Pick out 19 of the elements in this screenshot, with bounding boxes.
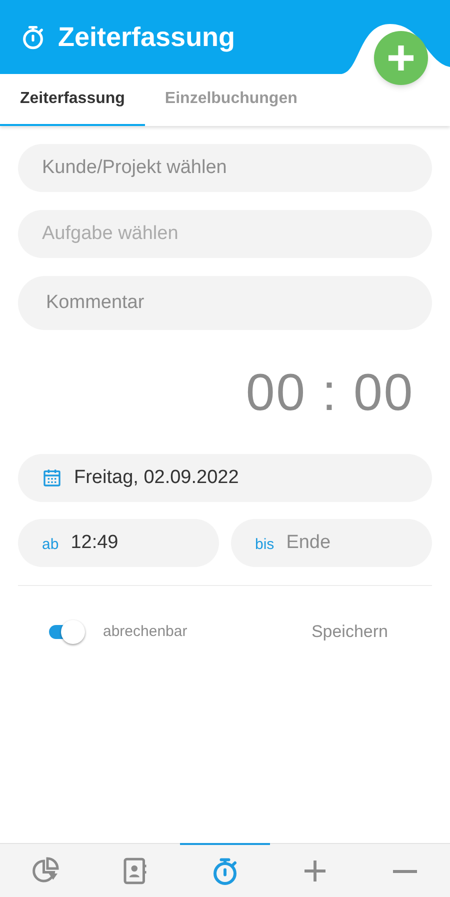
start-label: ab	[42, 534, 59, 555]
start-time: 12:49	[70, 530, 118, 555]
app-title: Zeiterfassung	[58, 20, 236, 54]
billable-toggle[interactable]	[48, 619, 86, 645]
billable-label: abrechenbar	[103, 622, 188, 642]
date-value: Freitag, 02.09.2022	[74, 466, 239, 490]
timer-display: 00 : 00	[246, 363, 414, 424]
plus-icon	[386, 43, 416, 73]
input-field[interactable]: Kunde/Projekt wählen	[18, 144, 432, 192]
add-button[interactable]	[374, 31, 428, 85]
date-field[interactable]: Freitag, 02.09.2022	[18, 454, 432, 502]
end-placeholder: Ende	[286, 530, 331, 555]
minus-icon	[393, 870, 417, 872]
input-field[interactable]: Kommentar	[18, 276, 432, 330]
tab[interactable]: Zeiterfassung	[0, 74, 145, 126]
start-time-field[interactable]: ab 12:49	[18, 519, 219, 567]
stopwatch-icon	[20, 24, 46, 50]
calendar-icon	[42, 468, 62, 488]
end-label: bis	[255, 534, 274, 555]
